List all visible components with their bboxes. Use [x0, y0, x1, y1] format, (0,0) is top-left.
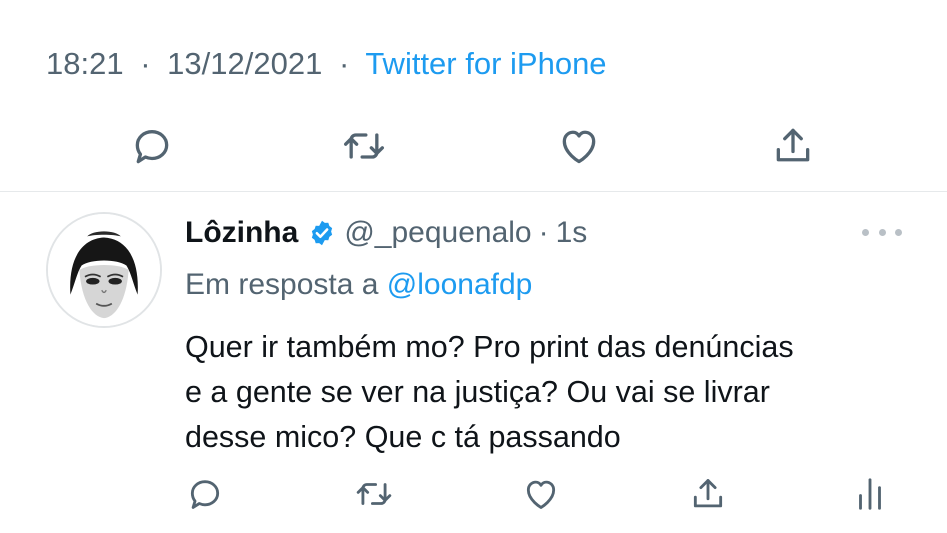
- reply-body-line: e a gente se ver na justiça? Ou vai se l…: [185, 375, 770, 409]
- share-icon: [776, 128, 810, 162]
- tweet-time[interactable]: 18:21: [46, 46, 124, 81]
- analytics-icon: [859, 478, 881, 510]
- more-dot: [895, 228, 902, 236]
- tweet-action-bar: [0, 120, 947, 172]
- analytics-button[interactable]: [848, 472, 892, 516]
- verified-badge-icon: [312, 220, 333, 246]
- like-icon: [562, 130, 596, 164]
- like-button[interactable]: [553, 120, 605, 172]
- reply-body-line: desse mico? Que c tá passando: [185, 420, 621, 454]
- reply-mention-link[interactable]: @loonafdp: [387, 268, 533, 301]
- tweet-source-link[interactable]: Twitter for iPhone: [365, 46, 606, 81]
- header-separator: ·: [538, 216, 549, 249]
- reply-body-line: Quer ir também mo? Pro print das denúnci…: [185, 330, 794, 364]
- reply-action-bar: [0, 472, 947, 516]
- reply-icon: [190, 480, 220, 509]
- avatar-image: [48, 214, 160, 326]
- retweet-button[interactable]: [352, 472, 396, 516]
- replying-to: Em resposta a @loonafdp: [185, 268, 532, 302]
- retweet-icon: [356, 483, 392, 505]
- tweet-meta: 18:21 · 13/12/2021 · Twitter for iPhone: [46, 46, 607, 82]
- reply-prefix: Em resposta a: [185, 268, 379, 301]
- share-button[interactable]: [686, 472, 730, 516]
- reply-time[interactable]: 1s: [556, 216, 588, 250]
- reply-icon: [135, 130, 169, 164]
- like-icon: [526, 480, 556, 509]
- more-dot: [862, 228, 869, 236]
- tweet-date[interactable]: 13/12/2021: [167, 46, 322, 81]
- meta-separator: ·: [338, 46, 350, 81]
- retweet-icon: [344, 133, 384, 159]
- user-handle[interactable]: @_pequenalo: [344, 216, 531, 250]
- like-button[interactable]: [519, 472, 563, 516]
- reply-header: Lôzinha @_pequenalo · 1s: [185, 216, 587, 250]
- meta-separator: ·: [140, 46, 151, 81]
- more-dot: [878, 228, 886, 236]
- display-name[interactable]: Lôzinha: [185, 216, 298, 250]
- reply-button[interactable]: [183, 472, 227, 516]
- reply-button[interactable]: [126, 120, 178, 172]
- more-icon[interactable]: [862, 225, 902, 239]
- reply-body: Quer ir também mo? Pro print das denúnci…: [185, 325, 915, 460]
- retweet-button[interactable]: [338, 120, 390, 172]
- share-icon: [693, 479, 723, 508]
- reply-tweet[interactable]: Lôzinha @_pequenalo · 1s Em resposta a @…: [0, 192, 947, 533]
- share-button[interactable]: [767, 120, 819, 172]
- avatar[interactable]: [46, 212, 162, 328]
